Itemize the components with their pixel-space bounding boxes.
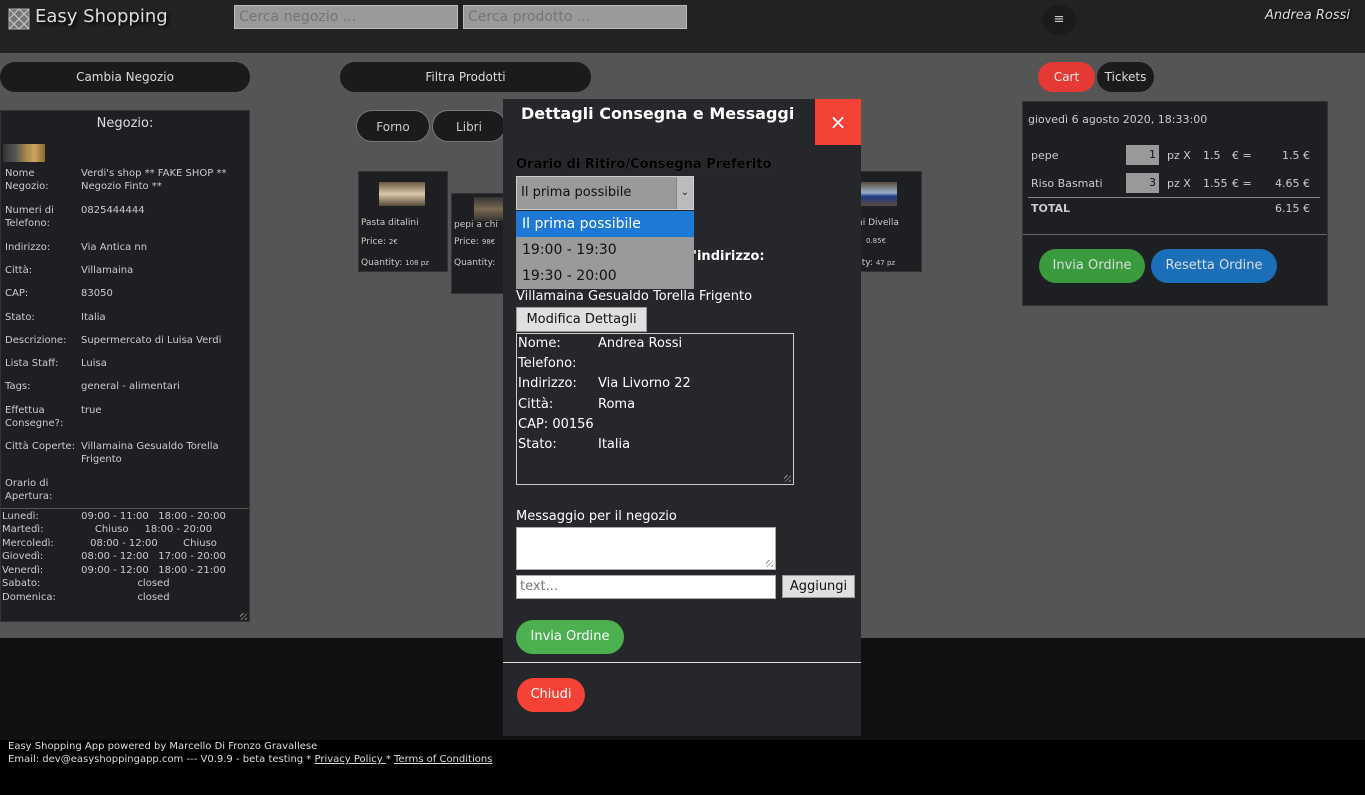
send-order-button[interactable]: Invia Ordine <box>1039 249 1145 283</box>
footer-contacts: Email: dev@easyshoppingapp.com --- V0.9.… <box>8 754 493 765</box>
logo-icon <box>8 8 30 30</box>
cart-panel: giovedì 6 agosto 2020, 18:33:00 pepe 1 p… <box>1022 101 1328 306</box>
product-image <box>861 182 897 206</box>
covered-cities: Villamaina Gesualdo Torella Frigento <box>516 289 753 304</box>
reset-order-button[interactable]: Resetta Ordine <box>1151 249 1277 283</box>
address-label: 'indirizzo: <box>693 249 765 264</box>
quantity-input[interactable]: 3 <box>1126 173 1159 193</box>
tickets-tab[interactable]: Tickets <box>1097 62 1154 92</box>
total-label: TOTAL <box>1031 202 1071 215</box>
product-card[interactable]: Pasta ditalini Price: 2€ Quantity: 108 p… <box>358 171 448 272</box>
close-button[interactable]: Chiudi <box>517 678 585 712</box>
add-button[interactable]: Aggiungi <box>782 575 855 598</box>
product-image <box>379 182 425 206</box>
time-dropdown[interactable]: Il prima possibile 19:00 - 19:30 19:30 -… <box>516 211 694 289</box>
close-icon[interactable]: × <box>815 99 861 145</box>
product-image <box>474 197 504 221</box>
product-card[interactable]: pepi a chi Price: 98€ Quantity: <box>451 193 505 294</box>
shop-image <box>3 144 45 162</box>
shop-panel: Negozio: Nome Negozio: Verdi's shop ** FA… <box>0 110 250 622</box>
divider <box>503 662 861 663</box>
time-label: Orario di Ritiro/Consegna Preferito <box>516 157 772 172</box>
footer: Easy Shopping App powered by Marcello Di… <box>0 740 1365 795</box>
delivery-modal: Dettagli Consegna e Messaggi × Orario di… <box>503 99 861 736</box>
order-date: giovedì 6 agosto 2020, 18:33:00 <box>1028 113 1208 126</box>
footer-credits: Easy Shopping App powered by Marcello Di… <box>8 741 318 752</box>
user-name[interactable]: Andrea Rossi <box>1265 8 1350 23</box>
message-textarea[interactable] <box>516 527 776 570</box>
menu-icon[interactable]: ≡ <box>1042 5 1076 35</box>
time-option[interactable]: Il prima possibile <box>516 211 694 237</box>
top-bar: Easy Shopping ≡ Andrea Rossi <box>0 0 1365 53</box>
opening-hours[interactable]: Lunedì: 09:00 - 11:00 18:00 - 20:00 Marte… <box>1 508 249 622</box>
search-product-input[interactable] <box>463 5 687 29</box>
search-shop-input[interactable] <box>234 5 458 29</box>
chevron-down-icon: ⌄ <box>676 177 693 209</box>
resize-grip-icon[interactable] <box>784 475 791 482</box>
filter-products-button[interactable]: Filtra Prodotti <box>340 62 591 92</box>
divider <box>1028 197 1320 198</box>
privacy-policy-link[interactable]: Privacy Policy <box>315 754 386 765</box>
resize-grip-icon[interactable] <box>766 560 773 567</box>
resize-grip-icon[interactable] <box>240 613 247 620</box>
time-select[interactable]: Il prima possibile ⌄ <box>516 176 694 210</box>
time-option[interactable]: 19:30 - 20:00 <box>516 263 694 289</box>
text-input[interactable]: text... <box>516 575 776 599</box>
change-shop-button[interactable]: Cambia Negozio <box>0 62 250 92</box>
message-label: Messaggio per il negozio <box>516 509 677 524</box>
quantity-input[interactable]: 1 <box>1126 145 1159 165</box>
app-title[interactable]: Easy Shopping <box>35 6 168 27</box>
total-value: 6.15 € <box>1275 202 1310 215</box>
divider <box>1023 234 1327 235</box>
time-option[interactable]: 19:00 - 19:30 <box>516 237 694 263</box>
send-order-button[interactable]: Invia Ordine <box>516 620 624 654</box>
category-libri[interactable]: Libri <box>432 110 506 142</box>
modify-details-button[interactable]: Modifica Dettagli <box>516 307 647 332</box>
terms-link[interactable]: Terms of Conditions <box>394 754 492 765</box>
category-forno[interactable]: Forno <box>356 110 430 142</box>
shop-header: Negozio: <box>96 116 154 131</box>
address-textarea[interactable]: Nome: Andrea Rossi Telefono: Indirizzo: Vi… <box>516 333 794 485</box>
modal-title: Dettagli Consegna e Messaggi <box>521 104 795 123</box>
cart-tab[interactable]: Cart <box>1038 62 1095 92</box>
